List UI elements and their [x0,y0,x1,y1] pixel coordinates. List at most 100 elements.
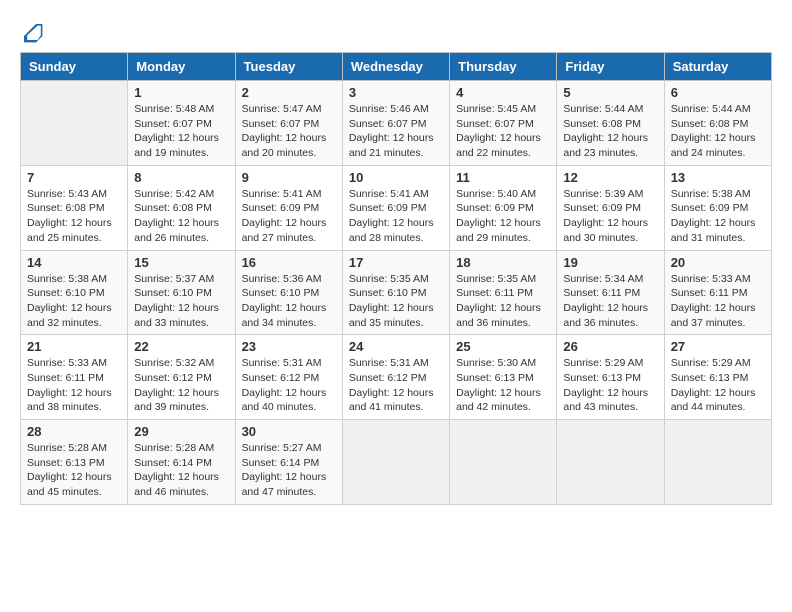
calendar-cell: 4Sunrise: 5:45 AM Sunset: 6:07 PM Daylig… [450,81,557,166]
calendar-body: 1 Sunrise: 5:48 AM Sunset: 6:07 PM Daylig… [21,81,772,505]
day-number: 26 [563,339,657,354]
day-number: 11 [456,170,550,185]
weekday-header: Monday [128,53,235,81]
calendar-cell: 13 Sunrise: 5:38 AM Sunset: 6:09 PM Dayli… [664,165,771,250]
calendar-week-row: 1 Sunrise: 5:48 AM Sunset: 6:07 PM Daylig… [21,81,772,166]
weekday-header: Wednesday [342,53,449,81]
day-details: Sunrise: 5:28 AM Sunset: 6:14 PM Dayligh… [134,441,228,500]
day-number: 9 [242,170,336,185]
day-details: Sunrise: 5:41 AM Sunset: 6:09 PM Dayligh… [242,187,336,246]
day-details: Sunrise: 5:39 AM Sunset: 6:09 PM Dayligh… [563,187,657,246]
logo [20,20,48,44]
calendar-cell [450,420,557,505]
weekday-header-row: SundayMondayTuesdayWednesdayThursdayFrid… [21,53,772,81]
calendar-cell: 1 Sunrise: 5:48 AM Sunset: 6:07 PM Daylig… [128,81,235,166]
day-details: Sunrise: 5:29 AM Sunset: 6:13 PM Dayligh… [671,356,765,415]
day-number: 13 [671,170,765,185]
day-details: Sunrise: 5:38 AM Sunset: 6:10 PM Dayligh… [27,272,121,331]
day-details: Sunrise: 5:43 AM Sunset: 6:08 PM Dayligh… [27,187,121,246]
day-details: Sunrise: 5:45 AM Sunset: 6:07 PM Dayligh… [456,102,550,161]
calendar-cell: 6 Sunrise: 5:44 AM Sunset: 6:08 PM Daylig… [664,81,771,166]
day-number: 28 [27,424,121,439]
day-details: Sunrise: 5:48 AM Sunset: 6:07 PM Dayligh… [134,102,228,161]
day-details: Sunrise: 5:44 AM Sunset: 6:08 PM Dayligh… [671,102,765,161]
calendar-cell: 3 Sunrise: 5:46 AM Sunset: 6:07 PM Daylig… [342,81,449,166]
weekday-header: Tuesday [235,53,342,81]
day-details: Sunrise: 5:33 AM Sunset: 6:11 PM Dayligh… [27,356,121,415]
calendar-week-row: 14Sunrise: 5:38 AM Sunset: 6:10 PM Dayli… [21,250,772,335]
day-details: Sunrise: 5:38 AM Sunset: 6:09 PM Dayligh… [671,187,765,246]
calendar-cell: 14Sunrise: 5:38 AM Sunset: 6:10 PM Dayli… [21,250,128,335]
day-details: Sunrise: 5:41 AM Sunset: 6:09 PM Dayligh… [349,187,443,246]
day-details: Sunrise: 5:33 AM Sunset: 6:11 PM Dayligh… [671,272,765,331]
calendar-cell: 20 Sunrise: 5:33 AM Sunset: 6:11 PM Dayli… [664,250,771,335]
calendar-cell: 5Sunrise: 5:44 AM Sunset: 6:08 PM Daylig… [557,81,664,166]
calendar-cell: 23 Sunrise: 5:31 AM Sunset: 6:12 PM Dayli… [235,335,342,420]
weekday-header: Sunday [21,53,128,81]
weekday-header: Saturday [664,53,771,81]
calendar-cell [557,420,664,505]
weekday-header: Friday [557,53,664,81]
day-details: Sunrise: 5:44 AM Sunset: 6:08 PM Dayligh… [563,102,657,161]
day-details: Sunrise: 5:31 AM Sunset: 6:12 PM Dayligh… [349,356,443,415]
day-number: 29 [134,424,228,439]
calendar-cell [342,420,449,505]
calendar-cell: 17 Sunrise: 5:35 AM Sunset: 6:10 PM Dayli… [342,250,449,335]
day-number: 27 [671,339,765,354]
calendar-cell: 8 Sunrise: 5:42 AM Sunset: 6:08 PM Daylig… [128,165,235,250]
calendar-cell: 26 Sunrise: 5:29 AM Sunset: 6:13 PM Dayli… [557,335,664,420]
calendar-cell: 24 Sunrise: 5:31 AM Sunset: 6:12 PM Dayli… [342,335,449,420]
calendar-cell [21,81,128,166]
calendar-cell: 21 Sunrise: 5:33 AM Sunset: 6:11 PM Dayli… [21,335,128,420]
day-number: 30 [242,424,336,439]
calendar-table: SundayMondayTuesdayWednesdayThursdayFrid… [20,52,772,505]
calendar-cell: 28 Sunrise: 5:28 AM Sunset: 6:13 PM Dayli… [21,420,128,505]
calendar-cell: 25 Sunrise: 5:30 AM Sunset: 6:13 PM Dayli… [450,335,557,420]
day-details: Sunrise: 5:30 AM Sunset: 6:13 PM Dayligh… [456,356,550,415]
day-details: Sunrise: 5:42 AM Sunset: 6:08 PM Dayligh… [134,187,228,246]
day-number: 10 [349,170,443,185]
calendar-cell: 29 Sunrise: 5:28 AM Sunset: 6:14 PM Dayli… [128,420,235,505]
day-number: 25 [456,339,550,354]
calendar-week-row: 7 Sunrise: 5:43 AM Sunset: 6:08 PM Daylig… [21,165,772,250]
day-details: Sunrise: 5:28 AM Sunset: 6:13 PM Dayligh… [27,441,121,500]
day-number: 8 [134,170,228,185]
day-number: 15 [134,255,228,270]
calendar-cell: 19 Sunrise: 5:34 AM Sunset: 6:11 PM Dayli… [557,250,664,335]
day-details: Sunrise: 5:36 AM Sunset: 6:10 PM Dayligh… [242,272,336,331]
day-details: Sunrise: 5:35 AM Sunset: 6:10 PM Dayligh… [349,272,443,331]
day-number: 24 [349,339,443,354]
day-number: 23 [242,339,336,354]
day-number: 20 [671,255,765,270]
day-details: Sunrise: 5:31 AM Sunset: 6:12 PM Dayligh… [242,356,336,415]
calendar-week-row: 21 Sunrise: 5:33 AM Sunset: 6:11 PM Dayli… [21,335,772,420]
day-number: 1 [134,85,228,100]
calendar-cell: 16 Sunrise: 5:36 AM Sunset: 6:10 PM Dayli… [235,250,342,335]
day-number: 3 [349,85,443,100]
day-details: Sunrise: 5:35 AM Sunset: 6:11 PM Dayligh… [456,272,550,331]
general-blue-icon [20,20,44,44]
calendar-cell: 7 Sunrise: 5:43 AM Sunset: 6:08 PM Daylig… [21,165,128,250]
day-details: Sunrise: 5:27 AM Sunset: 6:14 PM Dayligh… [242,441,336,500]
day-number: 16 [242,255,336,270]
day-details: Sunrise: 5:37 AM Sunset: 6:10 PM Dayligh… [134,272,228,331]
calendar-cell: 30 Sunrise: 5:27 AM Sunset: 6:14 PM Dayli… [235,420,342,505]
day-details: Sunrise: 5:32 AM Sunset: 6:12 PM Dayligh… [134,356,228,415]
day-number: 21 [27,339,121,354]
day-details: Sunrise: 5:47 AM Sunset: 6:07 PM Dayligh… [242,102,336,161]
calendar-cell: 15 Sunrise: 5:37 AM Sunset: 6:10 PM Dayli… [128,250,235,335]
day-number: 19 [563,255,657,270]
calendar-cell: 18 Sunrise: 5:35 AM Sunset: 6:11 PM Dayli… [450,250,557,335]
day-number: 12 [563,170,657,185]
day-number: 17 [349,255,443,270]
day-details: Sunrise: 5:29 AM Sunset: 6:13 PM Dayligh… [563,356,657,415]
calendar-cell: 12 Sunrise: 5:39 AM Sunset: 6:09 PM Dayli… [557,165,664,250]
day-number: 7 [27,170,121,185]
calendar-cell: 22Sunrise: 5:32 AM Sunset: 6:12 PM Dayli… [128,335,235,420]
day-number: 6 [671,85,765,100]
day-details: Sunrise: 5:34 AM Sunset: 6:11 PM Dayligh… [563,272,657,331]
day-details: Sunrise: 5:46 AM Sunset: 6:07 PM Dayligh… [349,102,443,161]
calendar-cell: 11Sunrise: 5:40 AM Sunset: 6:09 PM Dayli… [450,165,557,250]
day-number: 18 [456,255,550,270]
calendar-cell: 27 Sunrise: 5:29 AM Sunset: 6:13 PM Dayli… [664,335,771,420]
